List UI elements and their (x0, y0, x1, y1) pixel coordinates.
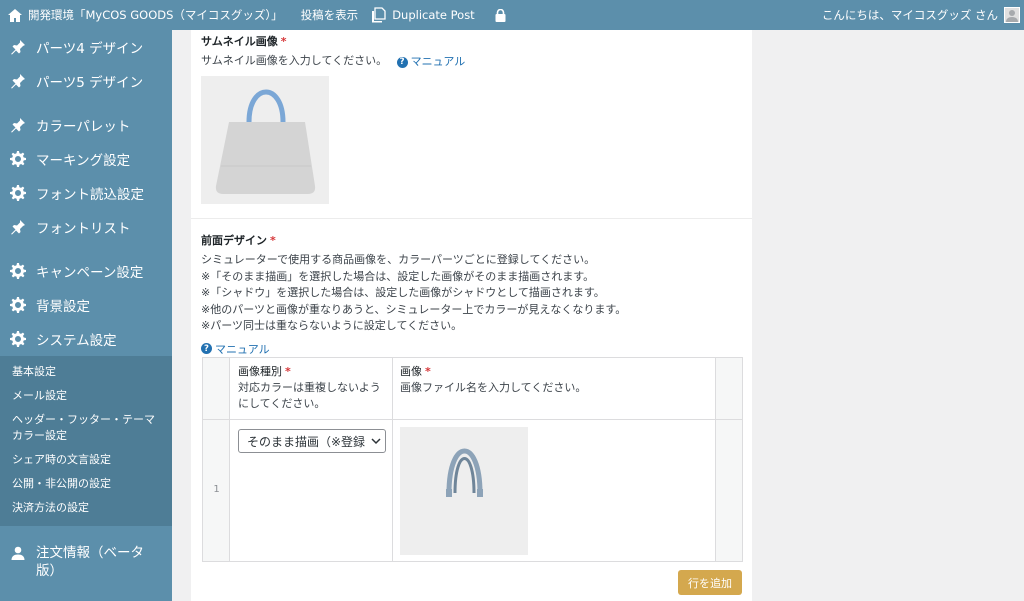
select-value: そのまま描画（※登録 (247, 435, 366, 449)
header-divider (203, 419, 742, 420)
submenu-item-visibility[interactable]: 公開・非公開の設定 (0, 472, 172, 496)
front-design-description: シミュレーターで使用する商品画像を、カラーパーツごとに登録してください。 ※「そ… (201, 252, 742, 335)
description-line: シミュレーターで使用する商品画像を、カラーパーツごとに登録してください。 (201, 253, 596, 266)
add-row-button[interactable]: 行を追加 (678, 570, 742, 595)
pin-icon (10, 117, 26, 133)
sidebar-item-background[interactable]: 背景設定 (0, 288, 172, 322)
sidebar-item-font-list[interactable]: フォントリスト (0, 210, 172, 244)
duplicate-post-label: Duplicate Post (392, 8, 475, 22)
thumbnail-description-row: サムネイル画像を入力してください。 ? マニュアル (201, 53, 742, 71)
thumbnail-description: サムネイル画像を入力してください。 (201, 54, 388, 67)
submenu-item-basic[interactable]: 基本設定 (0, 360, 172, 384)
manual-link-label: マニュアル (410, 55, 466, 68)
bag-thumbnail-image (215, 89, 316, 194)
gear-icon (10, 331, 26, 347)
submenu-item-header-footer[interactable]: ヘッダー・フッター・テーマカラー設定 (0, 408, 172, 448)
admin-bar: 開発環境「MyCOS GOODS（マイコスグッズ）」 投稿を表示 Duplica… (0, 0, 1024, 30)
sidebar-item-label: フォント読込設定 (36, 187, 144, 203)
help-icon: ? (396, 56, 408, 68)
help-icon: ? (201, 343, 212, 354)
sidebar-item-label: 背景設定 (36, 299, 90, 315)
user-icon (10, 545, 26, 561)
system-submenu: 基本設定 メール設定 ヘッダー・フッター・テーマカラー設定 シェア時の文言設定 … (0, 356, 172, 526)
submenu-item-payment[interactable]: 決済方法の設定 (0, 496, 172, 520)
manual-link-label: マニュアル (215, 342, 270, 356)
column-description: 画像ファイル名を入力してください。 (400, 381, 587, 394)
column-header-image-type: 画像種別 * 対応カラーは重複しないようにしてください。 (238, 364, 386, 412)
pin-icon (10, 73, 26, 89)
thumbnail-label-text: サムネイル画像 (201, 35, 278, 48)
duplicate-icon (370, 7, 386, 23)
row-number: 1 (213, 484, 220, 495)
submenu-item-share-text[interactable]: シェア時の文言設定 (0, 448, 172, 472)
required-mark: * (270, 234, 276, 247)
sidebar-item-parts5[interactable]: パーツ5 デザイン (0, 64, 172, 98)
sidebar-item-label: パーツ5 デザイン (36, 75, 144, 91)
gear-icon (10, 185, 26, 201)
thumbnail-manual-link[interactable]: ? マニュアル (396, 54, 466, 71)
sidebar-item-marking[interactable]: マーキング設定 (0, 142, 172, 176)
site-title: 開発環境「MyCOS GOODS（マイコスグッズ）」 (28, 8, 283, 22)
admin-sidebar: パーツ4 デザイン パーツ5 デザイン カラーパレット マーキング設定 フォント… (0, 30, 172, 601)
lock-icon (495, 8, 506, 22)
image-type-select[interactable]: そのまま描画（※登録 (238, 429, 386, 453)
sidebar-item-label: マーキング設定 (36, 153, 131, 169)
row-image-preview[interactable] (400, 427, 528, 555)
sidebar-item-campaign[interactable]: キャンペーン設定 (0, 254, 172, 288)
field-divider (191, 218, 752, 219)
site-title-link[interactable]: 開発環境「MyCOS GOODS（マイコスグッズ）」 (0, 0, 289, 30)
description-line: ※「シャドウ」を選択した場合は、設定した画像がシャドウとして描画されます。 (201, 286, 605, 299)
row-number-column (203, 358, 230, 561)
sidebar-item-label: カラーパレット (36, 119, 131, 135)
view-post-link[interactable]: 投稿を表示 (295, 0, 365, 30)
sidebar-item-label: システム設定 (36, 333, 117, 349)
front-design-label: 前面デザイン * (201, 232, 742, 248)
front-design-label-text: 前面デザイン (201, 234, 267, 247)
column-description: 対応カラーは重複しないようにしてください。 (238, 381, 381, 410)
column-divider (392, 358, 393, 561)
chevron-down-icon (371, 435, 381, 449)
home-icon (8, 8, 22, 22)
description-line: ※パーツ同士は重ならないように設定してください。 (201, 319, 463, 332)
sidebar-item-font-loading[interactable]: フォント読込設定 (0, 176, 172, 210)
required-mark: * (425, 365, 431, 378)
sidebar-item-system[interactable]: システム設定 (0, 322, 172, 356)
sidebar-item-label: パーツ4 デザイン (36, 41, 144, 57)
gear-icon (10, 263, 26, 279)
column-title: 画像 (400, 365, 422, 378)
description-line: ※他のパーツと画像が重なりあうと、シミュレーター上でカラーが見えなくなります。 (201, 302, 627, 316)
bag-handle-image (446, 448, 483, 497)
lock-button[interactable] (489, 0, 512, 30)
row-actions-column[interactable] (715, 358, 742, 561)
duplicate-post-link[interactable]: Duplicate Post (364, 0, 481, 30)
submenu-item-mail[interactable]: メール設定 (0, 384, 172, 408)
thumbnail-field: サムネイル画像 * サムネイル画像を入力してください。 ? マニュアル (191, 33, 752, 71)
column-title: 画像種別 (238, 365, 282, 378)
sidebar-item-orders[interactable]: 注文情報（ベータ版） (0, 536, 172, 584)
sidebar-item-label: フォントリスト (36, 221, 131, 237)
thumbnail-preview[interactable] (201, 76, 329, 204)
gear-icon (10, 151, 26, 167)
sidebar-item-color-palette[interactable]: カラーパレット (0, 108, 172, 142)
front-design-repeater: 画像種別 * 対応カラーは重複しないようにしてください。 画像 * 画像ファイル名を… (202, 357, 743, 562)
column-header-image: 画像 * 画像ファイル名を入力してください。 (400, 364, 700, 396)
front-design-manual-link[interactable]: ? マニュアル (201, 341, 270, 357)
avatar (1004, 7, 1020, 23)
thumbnail-label: サムネイル画像 * (201, 33, 742, 49)
sidebar-item-parts4[interactable]: パーツ4 デザイン (0, 30, 172, 64)
pin-icon (10, 219, 26, 235)
pin-icon (10, 39, 26, 55)
gear-icon (10, 297, 26, 313)
my-account[interactable]: こんにちは、マイコスグッズ さん (822, 0, 1020, 30)
sidebar-item-label: 注文情報（ベータ版） (36, 545, 144, 579)
right-pane (752, 30, 1024, 601)
front-design-field: 前面デザイン * シミュレーターで使用する商品画像を、カラーパーツごとに登録してく… (191, 232, 752, 357)
description-line: ※「そのまま描画」を選択した場合は、設定した画像がそのまま描画されます。 (201, 269, 595, 283)
required-mark: * (285, 365, 291, 378)
post-edit-panel: サムネイル画像 * サムネイル画像を入力してください。 ? マニュアル 前面デザイ… (191, 30, 752, 601)
view-post-label: 投稿を表示 (300, 8, 359, 22)
required-mark: * (280, 35, 287, 48)
sidebar-item-label: キャンペーン設定 (36, 265, 144, 281)
greeting-text: こんにちは、マイコスグッズ さん (821, 8, 998, 22)
